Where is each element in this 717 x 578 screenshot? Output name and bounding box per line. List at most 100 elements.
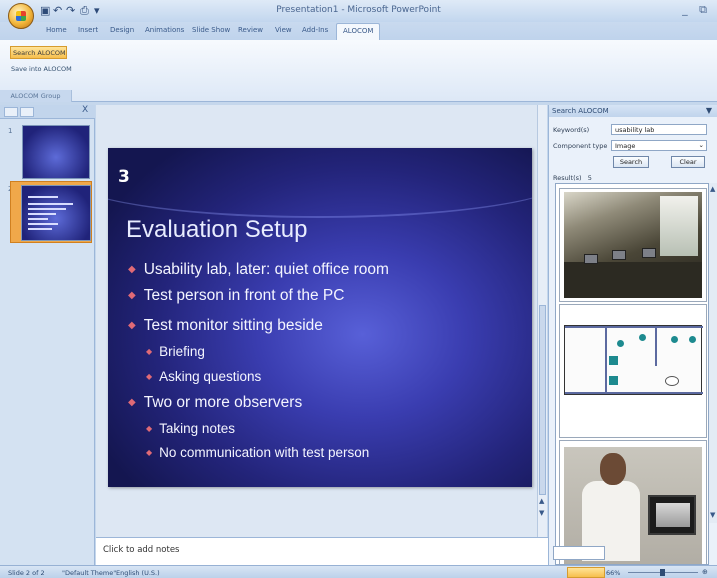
monitor-image — [642, 248, 656, 258]
previous-slide-icon[interactable]: ▲ — [539, 497, 544, 505]
slide-title[interactable]: Evaluation Setup — [126, 216, 307, 244]
results-scrollbar[interactable]: ▲ ▼ — [709, 183, 717, 523]
title-bar: ▣ ↶ ↷ ⎙ ▾ Presentation1 - Microsoft Powe… — [0, 0, 717, 29]
status-language[interactable]: English (U.S.) — [116, 569, 160, 577]
monitor-image — [612, 250, 626, 260]
bullet-item[interactable]: ◆ Usability lab, later: quiet office room — [128, 261, 389, 279]
search-button[interactable]: Search — [613, 156, 649, 168]
component-type-value: Image — [615, 142, 636, 150]
bullet-item[interactable]: ◆ Test monitor sitting beside — [128, 317, 323, 335]
next-slide-icon[interactable]: ▼ — [539, 509, 544, 517]
scrollbar-thumb[interactable] — [539, 305, 546, 495]
bullet-text: Two or more observers — [143, 394, 303, 411]
sub-bullet-item[interactable]: ◆ Taking notes — [146, 421, 235, 436]
zoom-slider-knob[interactable] — [660, 569, 665, 576]
bullet-text: No communication with test person — [159, 445, 370, 460]
canvas-scrollbar[interactable]: ▲ ▼ — [537, 105, 547, 537]
bullet-icon: ◆ — [128, 290, 136, 301]
chair — [617, 340, 624, 347]
bullet-icon: ◆ — [146, 424, 153, 433]
fit-slide-icon[interactable]: ⊕ — [702, 568, 708, 576]
pane-header: Search ALOCOM ▼ — [549, 105, 717, 117]
wall — [565, 326, 703, 328]
chair — [671, 336, 678, 343]
desk-image — [564, 262, 702, 298]
scroll-down-icon[interactable]: ▼ — [710, 511, 715, 519]
office-logo-icon — [16, 11, 26, 21]
table — [609, 356, 618, 365]
result-item[interactable] — [559, 188, 707, 302]
sub-bullet-item[interactable]: ◆ Asking questions — [146, 369, 261, 384]
tab-home[interactable]: Home — [46, 26, 67, 34]
clear-button[interactable]: Clear — [671, 156, 705, 168]
keyword-label: Keyword(s) — [553, 126, 590, 134]
usability-lab-photo — [564, 192, 702, 298]
bullet-icon: ◆ — [146, 347, 153, 356]
bullet-item[interactable]: ◆ Test person in front of the PC — [128, 287, 344, 305]
result-item[interactable] — [559, 304, 707, 438]
status-theme: "Default Theme" — [62, 569, 117, 577]
chevron-down-icon: ⌄ — [698, 141, 704, 149]
outline-tab[interactable] — [20, 107, 34, 117]
slide-number[interactable]: 3 — [118, 167, 130, 187]
bullet-text: Taking notes — [159, 421, 235, 436]
ribbon: Search ALOCOM Save into ALOCOM ALOCOM Gr… — [0, 40, 717, 102]
pane-footer-field[interactable] — [553, 546, 605, 560]
monitor-image — [648, 495, 696, 535]
tab-alocom[interactable]: ALOCOM — [336, 23, 381, 40]
bullet-text: Test monitor sitting beside — [143, 317, 323, 334]
results-label: Result(s) 5 — [553, 174, 592, 182]
results-list[interactable] — [555, 183, 709, 565]
window-image — [660, 196, 698, 256]
component-type-select[interactable]: Image ⌄ — [611, 140, 707, 151]
sub-bullet-item[interactable]: ◆ No communication with test person — [146, 445, 369, 460]
keyword-input[interactable]: usability lab — [611, 124, 707, 135]
bullet-icon: ◆ — [128, 320, 136, 331]
view-buttons[interactable] — [567, 567, 605, 578]
chair — [689, 336, 696, 343]
window-controls[interactable]: _ ⧉ — [682, 3, 711, 17]
slides-panel-tabs: X — [0, 105, 95, 119]
tab-review[interactable]: Review — [238, 26, 263, 34]
tab-view[interactable]: View — [275, 26, 292, 34]
tab-design[interactable]: Design — [110, 26, 134, 34]
slides-panel: X 1 2 — [0, 105, 95, 565]
slide[interactable]: 3 Evaluation Setup ◆ Usability lab, later… — [108, 148, 532, 487]
results-count: 5 — [587, 174, 592, 182]
thumb-line — [28, 196, 58, 198]
pane-options-icon[interactable]: ▼ — [706, 106, 712, 115]
person-head — [600, 453, 626, 485]
bullet-item[interactable]: ◆ Two or more observers — [128, 394, 302, 412]
wall — [605, 326, 607, 394]
bullet-icon: ◆ — [146, 448, 153, 457]
notes-pane[interactable]: Click to add notes — [96, 537, 548, 565]
monitor-image — [584, 254, 598, 264]
slide-thumbnail-1[interactable] — [22, 125, 90, 179]
search-alocom-button[interactable]: Search ALOCOM — [10, 46, 67, 59]
status-bar: Slide 2 of 2 "Default Theme" English (U.… — [0, 565, 717, 578]
slide-thumbnail-2-selected[interactable] — [10, 181, 92, 243]
bullet-icon: ◆ — [128, 264, 136, 275]
tab-add-ins[interactable]: Add-Ins — [302, 26, 328, 34]
chair — [639, 334, 646, 341]
tab-slide-show[interactable]: Slide Show — [192, 26, 230, 34]
table — [609, 376, 618, 385]
thumb-line — [28, 213, 56, 215]
save-into-alocom-button[interactable]: Save into ALOCOM — [11, 65, 72, 73]
thumb-line — [28, 203, 73, 205]
ribbon-tabs: Home Insert Design Animations Slide Show… — [0, 22, 717, 40]
results-label-text: Result(s) — [553, 174, 582, 182]
tab-insert[interactable]: Insert — [78, 26, 98, 34]
powerpoint-window: ▣ ↶ ↷ ⎙ ▾ Presentation1 - Microsoft Powe… — [0, 0, 717, 578]
search-alocom-pane: Search ALOCOM ▼ Keyword(s) usability lab… — [548, 105, 717, 565]
slides-tab[interactable] — [4, 107, 18, 117]
sub-bullet-item[interactable]: ◆ Briefing — [146, 344, 205, 359]
zoom-level[interactable]: 66% — [606, 569, 620, 577]
wall — [655, 326, 657, 366]
scroll-up-icon[interactable]: ▲ — [710, 185, 715, 193]
close-icon[interactable]: X — [82, 105, 88, 115]
office-button[interactable] — [8, 3, 34, 29]
tab-animations[interactable]: Animations — [145, 26, 184, 34]
slide-thumbnail-2[interactable] — [21, 185, 91, 241]
thumb-line — [28, 228, 52, 230]
